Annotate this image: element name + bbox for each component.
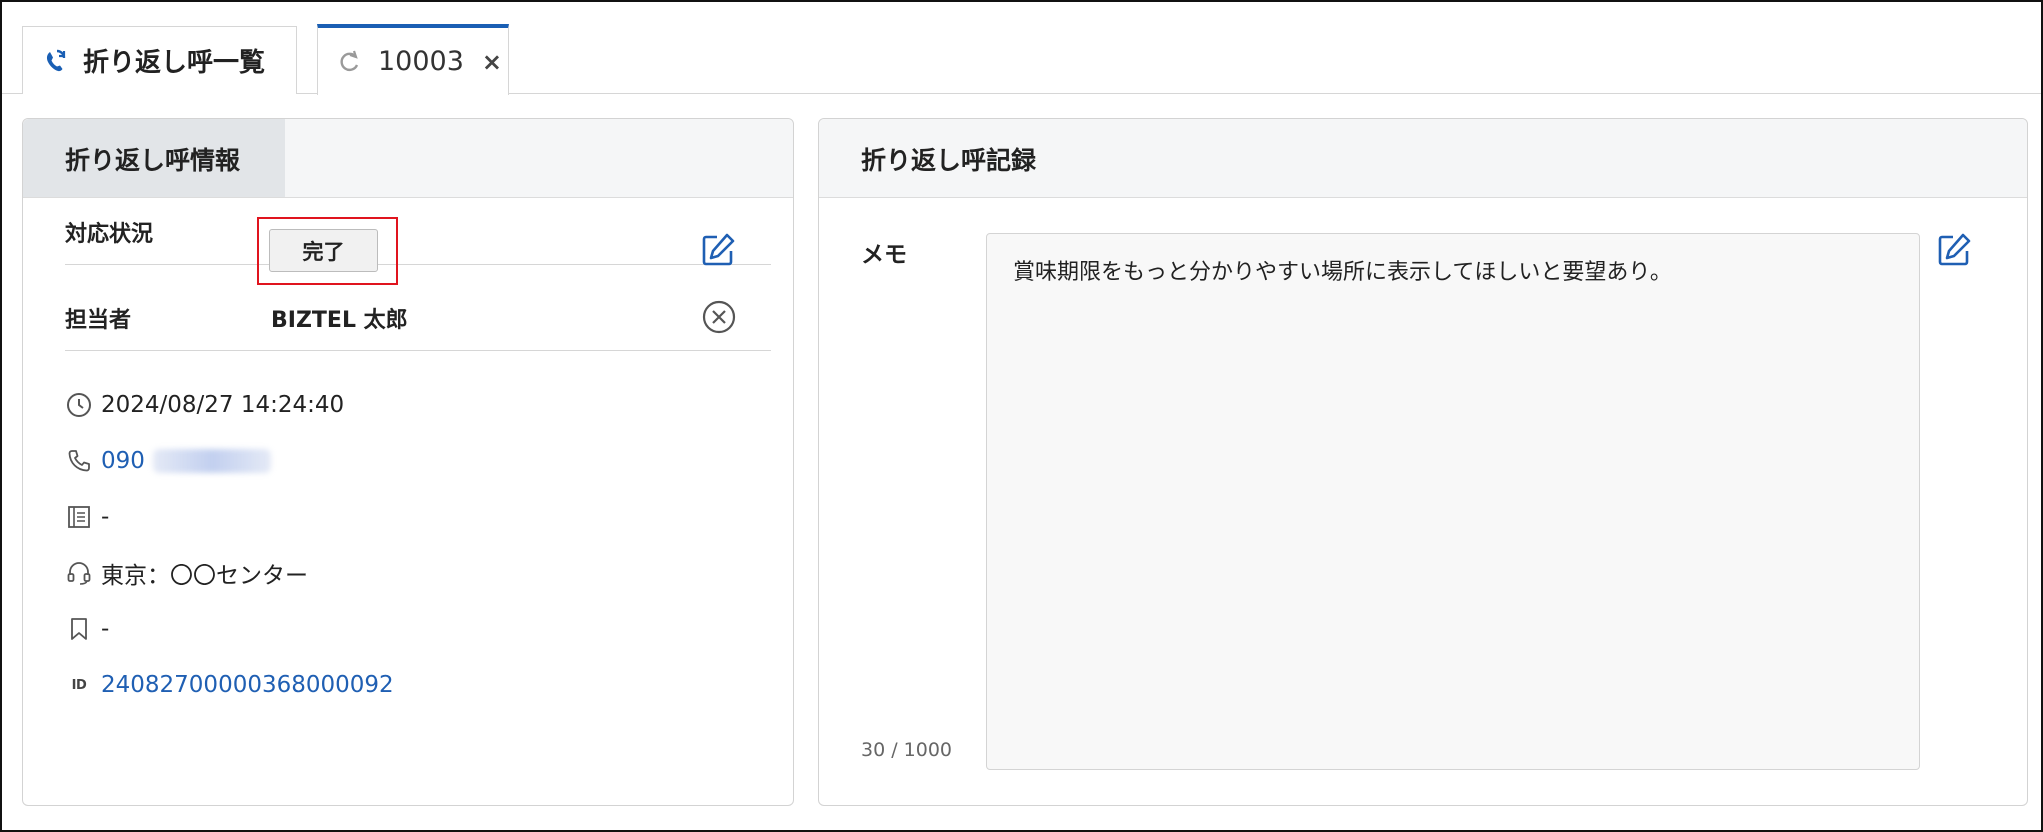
panel-title: 折り返し呼記録 [861, 145, 1037, 175]
assignee-label: 担当者 [65, 307, 132, 333]
edit-icon[interactable] [1935, 231, 1973, 269]
document-icon [65, 503, 93, 531]
clear-icon[interactable] [701, 299, 737, 335]
status-row: 対応状況 [65, 199, 771, 265]
app-frame: 折り返し呼一覧 10003 × 折り返し呼情報 対応状況 完了 担当者 BIZT… [0, 0, 2043, 832]
category-line: - [65, 497, 109, 537]
callback-record-panel: 折り返し呼記録 メモ 賞味期限をもっと分かりやすい場所に表示してほしいと要望あり… [818, 118, 2028, 806]
status-label: 対応状況 [65, 221, 154, 247]
tab-label: 10003 [378, 46, 464, 77]
assignee-row: 担当者 BIZTEL 太郎 [65, 285, 771, 351]
queue-value: 東京：〇〇センター [101, 563, 308, 589]
datetime-value: 2024/08/27 14:24:40 [101, 392, 345, 418]
assignee-value: BIZTEL 太郎 [271, 307, 408, 333]
callback-phone-icon [41, 46, 71, 76]
tag-line: - [65, 609, 109, 649]
panel-title: 折り返し呼情報 [65, 145, 241, 175]
category-value: - [101, 504, 110, 530]
memo-textarea[interactable]: 賞味期限をもっと分かりやすい場所に表示してほしいと要望あり。 [986, 233, 1920, 770]
id-icon: ID [71, 677, 87, 693]
bookmark-icon [65, 615, 93, 643]
memo-char-count: 30 / 1000 [861, 739, 953, 761]
callback-info-panel: 折り返し呼情報 対応状況 完了 担当者 BIZTEL 太郎 2024/08/27… [22, 118, 794, 806]
close-icon[interactable]: × [482, 48, 502, 76]
datetime-line: 2024/08/27 14:24:40 [65, 385, 344, 425]
memo-label: メモ [861, 242, 907, 268]
queue-line: 東京：〇〇センター [65, 553, 308, 593]
tab-10003[interactable]: 10003 × [317, 24, 509, 95]
panel-header: 折り返し呼記録 [819, 119, 2027, 198]
headset-icon [65, 559, 93, 587]
refresh-icon [334, 47, 364, 77]
tab-callback-list[interactable]: 折り返し呼一覧 [22, 26, 297, 94]
phone-redacted [152, 449, 271, 473]
edit-icon[interactable] [699, 231, 737, 269]
status-button[interactable]: 完了 [269, 229, 378, 272]
call-id-line: ID 24082700000368000092 [65, 665, 394, 705]
panel-header: 折り返し呼情報 [23, 119, 793, 198]
call-id-link[interactable]: 24082700000368000092 [101, 672, 394, 698]
phone-link[interactable]: 090 [101, 448, 145, 474]
clock-icon [65, 391, 93, 419]
phone-icon [65, 447, 93, 475]
phone-line: 090 [65, 441, 271, 481]
tab-bar: 折り返し呼一覧 10003 × [2, 2, 2041, 95]
tag-value: - [101, 616, 110, 642]
tab-label: 折り返し呼一覧 [83, 48, 266, 78]
